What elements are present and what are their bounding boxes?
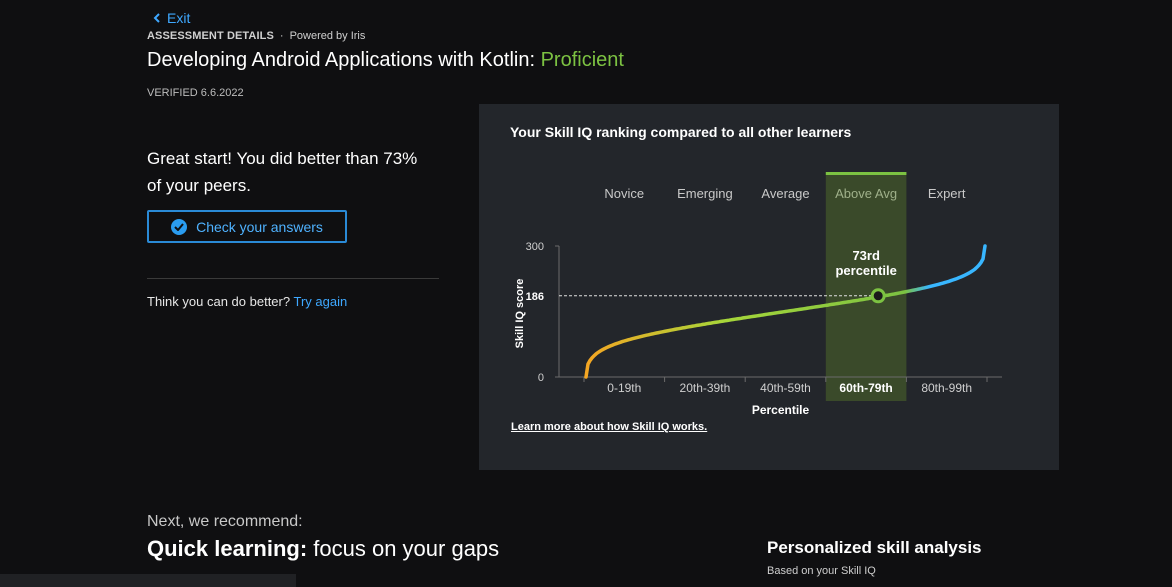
page-title: Developing Android Applications with Kot… [147, 49, 624, 72]
result-line-1: Great start! You did better than 73% [147, 149, 418, 168]
percentile-label: percentile [835, 263, 896, 278]
level-label: Emerging [677, 186, 733, 201]
skill-analysis-title: Personalized skill analysis [767, 538, 982, 557]
exit-label: Exit [167, 10, 191, 26]
skill-analysis-subtitle: Based on your Skill IQ [767, 565, 876, 577]
skill-level: Proficient [540, 49, 624, 71]
check-answers-label: Check your answers [196, 218, 323, 235]
y-axis-label: Skill IQ score [514, 279, 526, 349]
recommend-heading-bold: Quick learning: [147, 536, 308, 561]
score-label: 186 [526, 291, 544, 303]
x-tick-label: 40th-59th [760, 381, 811, 395]
score-marker [870, 288, 886, 304]
retry-row: Think you can do better? Try again [147, 294, 347, 309]
x-tick-label: 20th-39th [680, 381, 731, 395]
skill-iq-chart: Novice Emerging Average Above Avg Expert 0 300… [514, 172, 1002, 417]
breadcrumb-separator: · [279, 30, 284, 42]
x-axis-label: Percentile [752, 403, 810, 417]
powered-by: Powered by Iris [289, 30, 366, 42]
skill-curve [584, 244, 987, 379]
recommend-intro: Next, we recommend: [147, 513, 303, 530]
x-tick-label: 0-19th [607, 381, 641, 395]
assessment-title: Developing Android Applications with Kot… [147, 49, 536, 71]
y-tick-label: 0 [538, 372, 544, 384]
level-label: Average [761, 186, 809, 201]
divider [147, 278, 439, 279]
recommend-heading-rest: focus on your gaps [307, 536, 500, 561]
verified-date: VERIFIED 6.6.2022 [147, 87, 244, 99]
level-label: Novice [604, 186, 644, 201]
chevron-left-icon [153, 13, 161, 23]
exit-link[interactable]: Exit [153, 10, 190, 26]
learn-more-link[interactable]: Learn more about how Skill IQ works. [511, 421, 707, 433]
bottom-bar [0, 574, 296, 587]
percentile-label: 73rd [852, 248, 880, 263]
breadcrumb: ASSESSMENT DETAILS · Powered by Iris [147, 30, 365, 42]
level-label: Above Avg [835, 186, 897, 201]
check-answers-button[interactable]: Check your answers [147, 210, 347, 243]
highlight-column [825, 172, 907, 401]
x-tick-label: 60th-79th [839, 381, 892, 395]
retry-prompt: Think you can do better? [147, 294, 291, 309]
result-message: Great start! You did better than 73% of … [147, 145, 447, 199]
breadcrumb-section: ASSESSMENT DETAILS [147, 30, 274, 42]
x-tick-label: 80th-99th [921, 381, 972, 395]
highlight-top-bar [825, 172, 907, 175]
level-label: Expert [928, 186, 966, 201]
try-again-link[interactable]: Try again [293, 294, 347, 309]
recommend-heading: Quick learning: focus on your gaps [147, 536, 499, 562]
y-tick-label: 300 [526, 241, 544, 253]
checkmark-icon [171, 218, 188, 235]
result-line-2: of your peers. [147, 176, 251, 195]
